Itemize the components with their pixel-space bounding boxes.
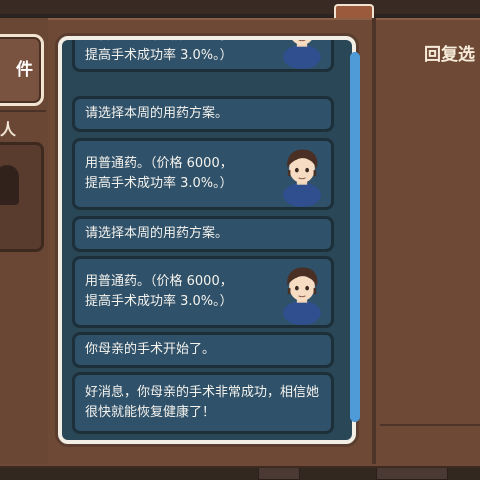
events-tab-button[interactable]: 件 <box>0 34 44 106</box>
section-label: 人 <box>0 120 17 139</box>
character-avatar-icon <box>281 266 323 325</box>
character-silhouette <box>0 165 19 205</box>
background-top-strip <box>0 0 480 14</box>
chat-message: 你母亲的手术开始了。 <box>72 332 334 368</box>
tab-label: 件 <box>16 60 33 80</box>
right-divider <box>372 18 376 464</box>
chat-message-line: 你母亲的手术开始了。 <box>85 342 216 357</box>
background-tile <box>376 466 448 480</box>
chat-message-line: 用普通药。（价格 6000， <box>85 274 233 289</box>
chat-message-line: 用普通药。（价格 6000， <box>85 156 233 171</box>
chat-message-line: 提高手术成功率 3.0%。） <box>85 294 233 309</box>
chat-message-line: 提高手术成功率 3.0%。） <box>85 48 233 63</box>
chat-message-line: 好消息，你母亲的手术非常成功，相信她 <box>85 385 320 400</box>
chat-message-line: 很快就能恢复健康了！ <box>85 405 216 420</box>
right-bottom-line <box>380 424 480 426</box>
chat-message: 请选择本周的用药方案。 <box>72 96 334 132</box>
chat-log-panel[interactable]: 用普通药。（价格 6000，提高手术成功率 3.0%。）请选择本周的用药方案。用… <box>58 36 356 444</box>
character-portrait-slot[interactable] <box>0 142 44 252</box>
chat-scrollbar[interactable] <box>350 52 360 422</box>
chat-message: 请选择本周的用药方案。 <box>72 216 334 252</box>
chat-message: 用普通药。（价格 6000， 提高手术成功率 3.0%。） <box>72 40 334 72</box>
chat-message: 好消息，你母亲的手术非常成功，相信她 很快就能恢复健康了！ <box>72 372 334 434</box>
left-divider <box>0 110 46 112</box>
character-avatar-icon <box>281 40 323 69</box>
reply-options-title: 回复选 <box>424 45 475 65</box>
chat-message: 用普通药。（价格 6000， 提高手术成功率 3.0%。） <box>72 256 334 328</box>
chat-message-line: 请选择本周的用药方案。 <box>85 226 229 241</box>
chat-message-line: 请选择本周的用药方案。 <box>85 106 229 121</box>
chat-message-line: 用普通药。（价格 6000， <box>85 40 233 46</box>
scrollbar-thumb[interactable] <box>350 52 360 422</box>
chat-message-line: 提高手术成功率 3.0%。） <box>85 176 233 191</box>
character-avatar-icon <box>281 148 323 207</box>
chat-message: 用普通药。（价格 6000， 提高手术成功率 3.0%。） <box>72 138 334 210</box>
background-tile <box>258 466 300 480</box>
